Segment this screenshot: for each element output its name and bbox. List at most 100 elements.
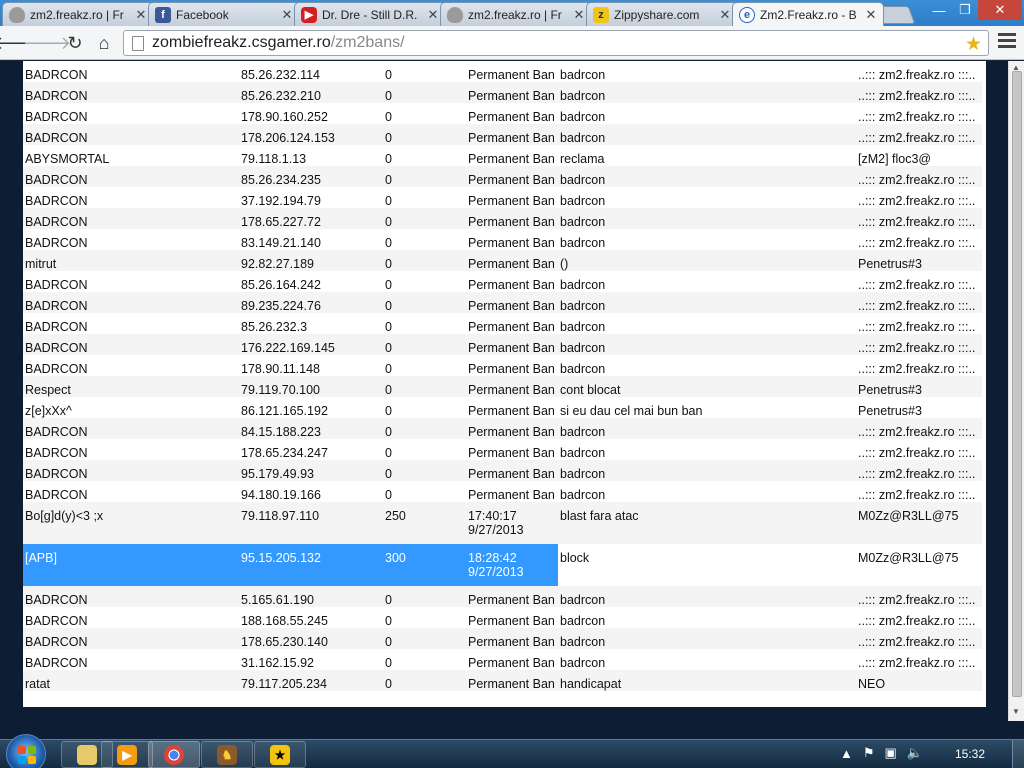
ip-cell: 5.165.61.190 [241, 593, 314, 607]
ip-cell: 95.15.205.132 [239, 544, 383, 586]
reason-cell: badrcon [560, 68, 606, 82]
player-name-cell: BADRCON [25, 320, 88, 334]
expiry-cell: Permanent Ban [468, 278, 555, 292]
close-icon[interactable]: ✕ [865, 7, 877, 23]
action-center-flag-icon[interactable]: ⚑ [863, 745, 875, 761]
start-button[interactable] [6, 734, 46, 768]
tab-youtube[interactable]: ▶ Dr. Dre - Still D.R. ✕ [294, 2, 446, 26]
tab-zm2-freakz-2[interactable]: zm2.freakz.ro | Fr ✕ [440, 2, 592, 26]
ip-cell: 84.15.188.223 [241, 425, 321, 439]
show-desktop-button[interactable] [1012, 740, 1024, 768]
table-row[interactable]: BADRCON 188.168.55.245 0 Permanent Ban badrc… [23, 607, 982, 628]
table-row[interactable]: BADRCON 178.206.124.153 0 Permanent Ban badr… [23, 124, 982, 145]
close-icon[interactable]: ✕ [135, 7, 147, 23]
table-row[interactable]: BADRCON 178.90.11.148 0 Permanent Ban badrco… [23, 355, 982, 376]
tab-zm2-bans-active[interactable]: e Zm2.Freakz.ro - B ✕ [732, 2, 884, 26]
minutes-cell: 0 [385, 89, 392, 103]
address-bar[interactable]: zombiefreakz.csgamer.ro/zm2bans/ ★ [123, 30, 989, 56]
table-row[interactable]: BADRCON 84.15.188.223 0 Permanent Ban badrco… [23, 418, 982, 439]
admin-cell: M0Zz@R3LL@75 [858, 551, 959, 565]
expiry-cell: Permanent Ban [468, 110, 555, 124]
table-row[interactable]: BADRCON 37.192.194.79 0 Permanent Ban badrco… [23, 187, 982, 208]
table-row[interactable]: BADRCON 178.65.234.247 0 Permanent Ban badrc… [23, 439, 982, 460]
taskbar-chrome[interactable] [148, 741, 200, 768]
table-row[interactable]: BADRCON 178.65.230.140 0 Permanent Ban badrc… [23, 628, 982, 649]
admin-cell: ..::: zm2.freakz.ro :::.. [858, 194, 976, 208]
table-row[interactable]: [APB] 95.15.205.132 300 18:28:42 9/27/2013 b… [23, 544, 982, 586]
admin-cell: ..::: zm2.freakz.ro :::.. [858, 68, 976, 82]
expiry-cell: Permanent Ban [468, 236, 555, 250]
table-row[interactable]: BADRCON 85.26.232.114 0 Permanent Ban badrco… [23, 61, 982, 82]
taskbar-media-player[interactable]: ▶ [101, 741, 153, 768]
table-row[interactable]: BADRCON 31.162.15.92 0 Permanent Ban badrcon… [23, 649, 982, 670]
ip-cell: 79.117.205.234 [241, 677, 327, 691]
windows-taskbar: ▶ ♞ ★ ▲ ⚑ ▣ 🔈 15:32 [0, 734, 1024, 768]
player-name-cell: BADRCON [25, 89, 88, 103]
volume-icon[interactable]: 🔈 [907, 745, 923, 761]
table-row[interactable]: BADRCON 176.222.169.145 0 Permanent Ban badr… [23, 334, 982, 355]
tab-zippyshare[interactable]: z Zippyshare.com ✕ [586, 2, 738, 26]
player-name-cell: BADRCON [25, 635, 88, 649]
admin-cell: ..::: zm2.freakz.ro :::.. [858, 131, 976, 145]
home-icon[interactable]: ⌂ [93, 32, 115, 54]
table-row[interactable]: Respect 79.119.70.100 0 Permanent Ban cont b… [23, 376, 982, 397]
show-hidden-icons-icon[interactable]: ▲ [840, 746, 853, 761]
table-row[interactable]: BADRCON 85.26.234.235 0 Permanent Ban badrco… [23, 166, 982, 187]
table-row[interactable]: BADRCON 5.165.61.190 0 Permanent Ban badrcon… [23, 586, 982, 607]
player-name-cell: BADRCON [25, 68, 88, 82]
table-row[interactable]: Bo[g]d(y)<3 ;x 79.118.97.110 250 17:40:17 9… [23, 502, 982, 544]
scroll-down-icon[interactable]: ▼ [1012, 707, 1020, 716]
page-viewport: BADRCON 85.26.232.114 0 Permanent Ban badrco… [0, 61, 1024, 739]
table-row[interactable]: mitrut 92.82.27.189 0 Permanent Ban () Penetr… [23, 250, 982, 271]
ip-cell: 178.65.230.140 [241, 635, 328, 649]
bookmark-star-icon[interactable]: ★ [965, 33, 982, 56]
minutes-cell: 250 [385, 509, 406, 523]
vertical-scrollbar[interactable]: ▲ ▼ [1008, 61, 1024, 721]
game-icon: ♞ [217, 744, 237, 765]
url-path: /zm2bans/ [330, 34, 405, 51]
table-row[interactable]: BADRCON 178.90.160.252 0 Permanent Ban badrc… [23, 103, 982, 124]
expiry-cell: Permanent Ban [468, 215, 555, 229]
table-row[interactable]: BADRCON 89.235.224.76 0 Permanent Ban badrco… [23, 292, 982, 313]
player-name-cell: ABYSMORTAL [25, 152, 110, 166]
expiry-cell: Permanent Ban [468, 152, 555, 166]
close-window-button[interactable]: ✕ [978, 0, 1022, 20]
explorer-icon [77, 744, 97, 765]
tab-zm2-freakz-1[interactable]: zm2.freakz.ro | Fr ✕ [2, 2, 154, 26]
ip-cell: 85.26.232.3 [241, 320, 308, 334]
table-row[interactable]: ratat 79.117.205.234 0 Permanent Ban handica… [23, 670, 982, 691]
taskbar-clock[interactable]: 15:32 [955, 747, 985, 761]
minimize-button[interactable]: — [926, 0, 952, 20]
table-row[interactable]: ABYSMORTAL 79.118.1.13 0 Permanent Ban recla… [23, 145, 982, 166]
table-row[interactable]: BADRCON 85.26.164.242 0 Permanent Ban badrco… [23, 271, 982, 292]
chrome-menu-icon[interactable] [998, 33, 1016, 51]
close-icon[interactable]: ✕ [573, 7, 585, 23]
expiry-cell: Permanent Ban [468, 68, 555, 82]
minutes-cell: 0 [385, 236, 392, 250]
scrollbar-thumb[interactable] [1012, 71, 1022, 697]
minutes-cell: 0 [385, 614, 392, 628]
close-icon[interactable]: ✕ [427, 7, 439, 23]
maximize-button[interactable]: ❐ [952, 0, 978, 20]
reason-cell: badrcon [560, 299, 606, 313]
close-icon[interactable]: ✕ [719, 7, 731, 23]
admin-cell: ..::: zm2.freakz.ro :::.. [858, 362, 976, 376]
forward-arrow-icon[interactable]: 🡒 [23, 32, 71, 54]
minutes-cell: 0 [385, 257, 392, 271]
table-row[interactable]: BADRCON 83.149.21.140 0 Permanent Ban badrco… [23, 229, 982, 250]
taskbar-app[interactable]: ★ [254, 741, 306, 768]
close-icon[interactable]: ✕ [281, 7, 293, 23]
tab-title: zm2.freakz.ro | Fr [30, 7, 124, 22]
reload-icon[interactable]: ↻ [64, 32, 86, 54]
reason-cell: badrcon [560, 194, 606, 208]
taskbar-game[interactable]: ♞ [201, 741, 253, 768]
table-row[interactable]: BADRCON 85.26.232.3 0 Permanent Ban badrcon.… [23, 313, 982, 334]
network-icon[interactable]: ▣ [885, 745, 897, 761]
reason-cell: block [560, 551, 590, 565]
tab-facebook[interactable]: f Facebook ✕ [148, 2, 300, 26]
table-row[interactable]: BADRCON 178.65.227.72 0 Permanent Ban badrco… [23, 208, 982, 229]
table-row[interactable]: BADRCON 95.179.49.93 0 Permanent Ban badrcon… [23, 460, 982, 481]
table-row[interactable]: BADRCON 94.180.19.166 0 Permanent Ban badrco… [23, 481, 982, 502]
table-row[interactable]: BADRCON 85.26.232.210 0 Permanent Ban badrco… [23, 82, 982, 103]
table-row[interactable]: z[e]xXx^ 86.121.165.192 0 Permanent Ban si e… [23, 397, 982, 418]
